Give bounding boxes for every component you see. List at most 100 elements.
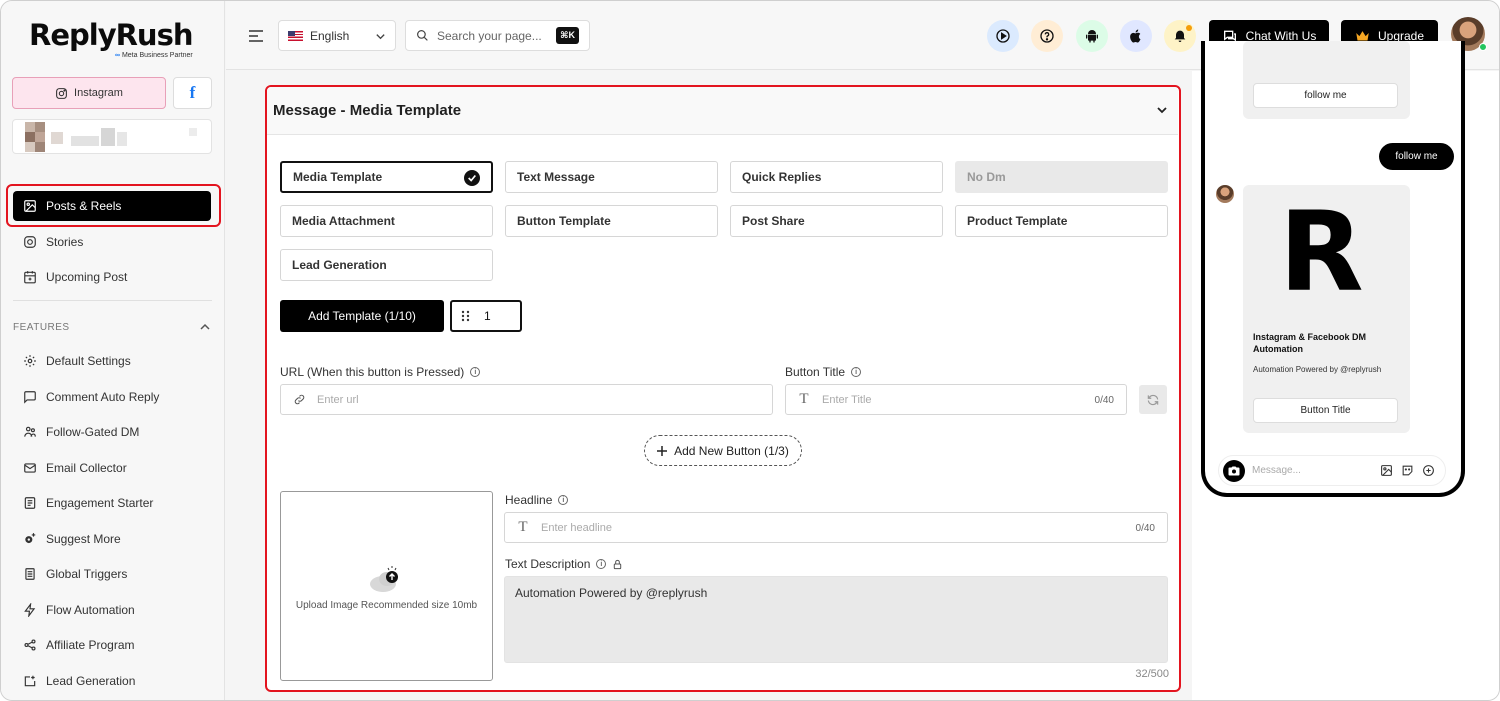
- document-icon: [25, 568, 35, 580]
- sidebar-item-label: Engagement Starter: [46, 496, 154, 510]
- option-quick-replies[interactable]: Quick Replies: [730, 161, 943, 193]
- refresh-icon: [1147, 394, 1159, 405]
- preview-follow-me-button[interactable]: follow me: [1253, 83, 1398, 108]
- lightning-icon: [24, 603, 36, 617]
- instagram-account-button[interactable]: Instagram: [12, 77, 166, 109]
- mail-icon: [24, 463, 36, 473]
- search-icon: [417, 30, 428, 41]
- option-label: Media Attachment: [292, 214, 395, 228]
- sidebar-item-comment-auto-reply[interactable]: Comment Auto Reply: [13, 382, 211, 412]
- sidebar-item-global-triggers[interactable]: Global Triggers: [13, 559, 211, 589]
- facebook-account-button[interactable]: f: [173, 77, 212, 109]
- composer-actions: [1380, 464, 1435, 477]
- search-input[interactable]: Search your page... ⌘K: [405, 20, 590, 51]
- check-icon: [464, 170, 480, 186]
- info-icon[interactable]: i: [470, 367, 481, 377]
- option-label: Quick Replies: [742, 170, 822, 184]
- calendar-icon: [24, 271, 36, 284]
- sidebar-divider: [13, 300, 212, 301]
- option-label: Button Template: [517, 214, 611, 228]
- help-button[interactable]: [1031, 20, 1063, 52]
- url-input[interactable]: Enter url: [280, 384, 773, 415]
- share-icon: [24, 639, 36, 651]
- drag-handle-icon[interactable]: [461, 310, 470, 322]
- android-app-button[interactable]: [1076, 20, 1108, 52]
- add-circle-icon[interactable]: [1422, 464, 1435, 477]
- option-label: Post Share: [742, 214, 805, 228]
- camera-icon[interactable]: [1223, 459, 1245, 482]
- dm-preview-panel: follow me follow me R Instagram & Facebo…: [1192, 41, 1499, 700]
- upload-hint: Upload Image Recommended size 10mb: [295, 600, 478, 611]
- template-tab[interactable]: 1: [450, 300, 522, 332]
- menu-toggle-icon[interactable]: [248, 29, 264, 43]
- option-media-template[interactable]: Media Template: [280, 161, 493, 193]
- sidebar-item-email-collector[interactable]: Email Collector: [13, 453, 211, 483]
- option-label: Lead Generation: [292, 258, 387, 272]
- meta-partner-badge: ∞ Meta Business Partner: [115, 52, 193, 59]
- sidebar-item-upcoming-post[interactable]: Upcoming Post: [13, 262, 211, 292]
- description-counter: 32/500: [1135, 668, 1169, 680]
- sidebar-item-label: Suggest More: [46, 532, 121, 546]
- sidebar-item-label: Email Collector: [46, 461, 127, 475]
- button-title-counter: 0/40: [1094, 395, 1114, 406]
- preview-card-button[interactable]: Button Title: [1253, 398, 1398, 423]
- sidebar-item-engagement-starter[interactable]: Engagement Starter: [13, 488, 211, 518]
- bell-icon: [1174, 30, 1186, 42]
- highlight-outline: [6, 184, 221, 227]
- option-media-attachment[interactable]: Media Attachment: [280, 205, 493, 237]
- message-placeholder: Message...: [1252, 465, 1301, 476]
- option-label: Product Template: [967, 214, 1068, 228]
- tutorial-video-button[interactable]: [987, 20, 1019, 52]
- url-label-text: URL (When this button is Pressed): [280, 365, 465, 379]
- message-composer[interactable]: Message...: [1218, 455, 1446, 486]
- option-label: Media Template: [293, 170, 383, 184]
- sidebar-item-label: Lead Generation: [46, 674, 136, 688]
- refresh-button[interactable]: [1139, 385, 1167, 414]
- sidebar-item-follow-gated-dm[interactable]: Follow-Gated DM: [13, 417, 211, 447]
- sidebar-item-suggest-more[interactable]: Suggest More: [13, 524, 211, 554]
- brand-logo[interactable]: ReplyRush ∞ Meta Business Partner: [29, 19, 199, 63]
- notifications-button[interactable]: [1164, 20, 1196, 52]
- info-icon[interactable]: i: [596, 559, 607, 569]
- gallery-icon[interactable]: [1380, 464, 1393, 477]
- image-upload-area[interactable]: Upload Image Recommended size 10mb: [280, 491, 493, 681]
- option-lead-generation[interactable]: Lead Generation: [280, 249, 493, 281]
- add-template-button[interactable]: Add Template (1/10): [280, 300, 444, 332]
- sidebar-item-label: Follow-Gated DM: [46, 425, 140, 439]
- option-button-template[interactable]: Button Template: [505, 205, 718, 237]
- sidebar-item-stories[interactable]: Stories: [13, 227, 211, 257]
- sidebar: ReplyRush ∞ Meta Business Partner Instag…: [1, 1, 225, 700]
- instagram-label: Instagram: [74, 87, 123, 99]
- headline-input[interactable]: T Enter headline 0/40: [504, 512, 1168, 543]
- help-icon: [1040, 29, 1054, 43]
- chevron-down-icon[interactable]: [1156, 104, 1168, 116]
- play-circle-icon: [996, 29, 1010, 43]
- main-content: Message - Media Template Media Template …: [226, 71, 1191, 700]
- gear-plus-icon: [25, 533, 36, 544]
- sidebar-item-lead-generation[interactable]: Lead Generation: [13, 666, 211, 696]
- headline-label: Headline i: [505, 493, 569, 507]
- sidebar-item-affiliate-program[interactable]: Affiliate Program: [13, 630, 211, 660]
- sidebar-item-default-settings[interactable]: Default Settings: [13, 346, 211, 376]
- option-product-template[interactable]: Product Template: [955, 205, 1168, 237]
- option-text-message[interactable]: Text Message: [505, 161, 718, 193]
- info-icon[interactable]: i: [558, 495, 569, 505]
- message-template-card: Message - Media Template Media Template …: [265, 85, 1181, 692]
- selected-account-card[interactable]: [12, 119, 212, 154]
- preview-card-subtitle: Automation Powered by @replyrush: [1253, 365, 1382, 374]
- info-icon[interactable]: i: [851, 367, 862, 377]
- sidebar-item-label: Comment Auto Reply: [46, 390, 160, 404]
- card-header[interactable]: Message - Media Template: [267, 87, 1178, 135]
- features-section-label: FEATURES: [13, 322, 70, 333]
- us-flag-icon: [288, 30, 303, 41]
- template-image-logo: R: [1279, 188, 1364, 316]
- sidebar-item-flow-automation[interactable]: Flow Automation: [13, 595, 211, 625]
- language-select[interactable]: English: [278, 20, 396, 51]
- add-new-button[interactable]: Add New Button (1/3): [644, 435, 802, 466]
- option-post-share[interactable]: Post Share: [730, 205, 943, 237]
- ios-app-button[interactable]: [1120, 20, 1152, 52]
- sticker-icon[interactable]: [1401, 464, 1414, 477]
- button-title-input[interactable]: T Enter Title 0/40: [785, 384, 1127, 415]
- description-textarea[interactable]: Automation Powered by @replyrush: [504, 576, 1168, 663]
- chevron-up-icon[interactable]: [199, 322, 211, 332]
